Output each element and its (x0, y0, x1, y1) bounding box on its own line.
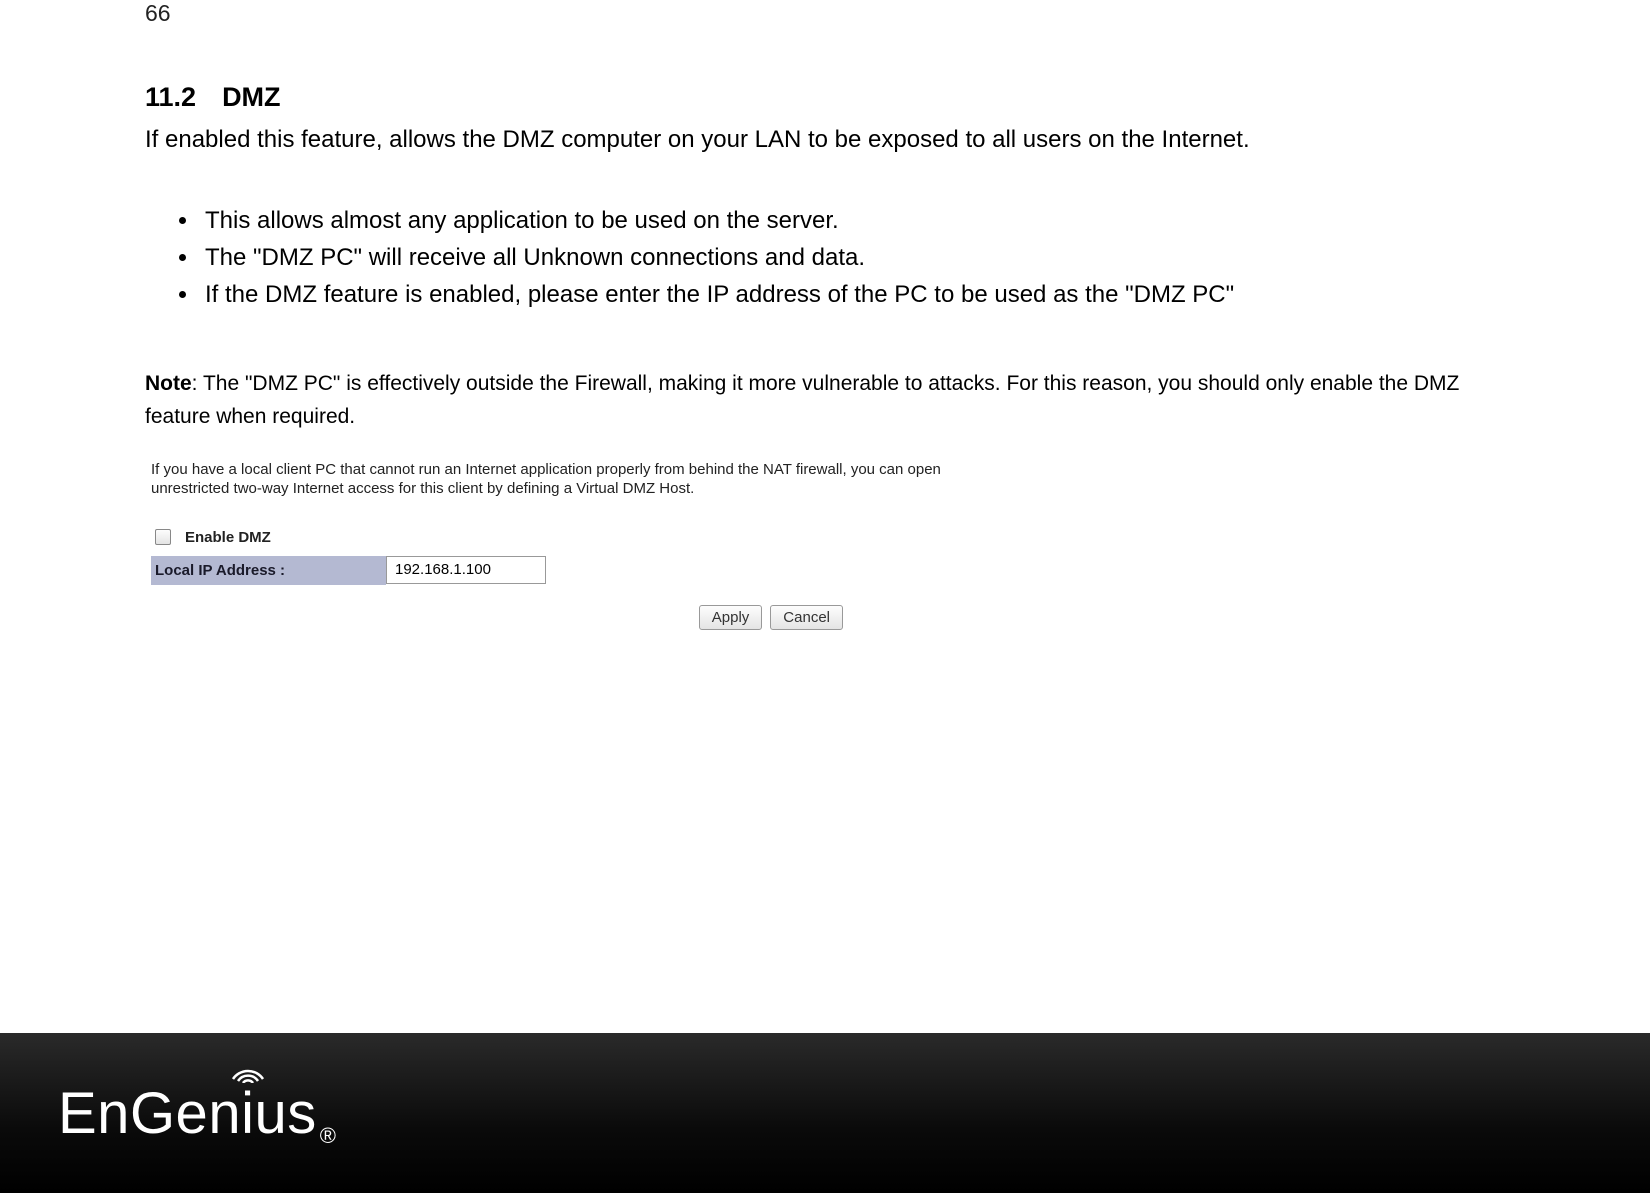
logo-text-i: i (241, 1085, 254, 1143)
enable-dmz-label: Enable DMZ (185, 529, 271, 546)
apply-button[interactable]: Apply (699, 605, 763, 630)
note-prefix: Note (145, 372, 192, 395)
section-heading: 11.2 DMZ (145, 82, 1505, 113)
list-item: The "DMZ PC" will receive all Unknown co… (200, 239, 1505, 276)
dmz-settings-panel: If you have a local client PC that canno… (151, 461, 961, 630)
section-number: 11.2 (145, 82, 196, 112)
page-number: 66 (145, 0, 1505, 27)
enable-dmz-row: Enable DMZ (151, 529, 961, 546)
panel-description: If you have a local client PC that canno… (151, 461, 961, 499)
wifi-icon (227, 1053, 269, 1083)
logo-text-part1: EnGen (58, 1080, 241, 1147)
logo-i-wrap: i (241, 1085, 254, 1143)
registered-mark: ® (320, 1123, 336, 1149)
page-footer: EnGen i us® (0, 1033, 1650, 1193)
list-item: This allows almost any application to be… (200, 202, 1505, 239)
logo-text-part2: us (254, 1080, 316, 1147)
feature-bullets: This allows almost any application to be… (200, 202, 1505, 314)
local-ip-row: Local IP Address : (151, 556, 961, 585)
list-item: If the DMZ feature is enabled, please en… (200, 276, 1505, 313)
section-title: DMZ (222, 82, 280, 112)
button-row: Apply Cancel (151, 605, 961, 630)
note-paragraph: Note: The "DMZ PC" is effectively outsid… (145, 368, 1505, 433)
local-ip-input[interactable] (386, 556, 546, 584)
cancel-button[interactable]: Cancel (770, 605, 843, 630)
local-ip-label: Local IP Address : (151, 556, 386, 585)
engenius-logo: EnGen i us® (58, 1080, 336, 1147)
note-body: : The "DMZ PC" is effectively outside th… (145, 372, 1459, 428)
intro-paragraph: If enabled this feature, allows the DMZ … (145, 123, 1505, 157)
enable-dmz-checkbox[interactable] (155, 529, 171, 545)
